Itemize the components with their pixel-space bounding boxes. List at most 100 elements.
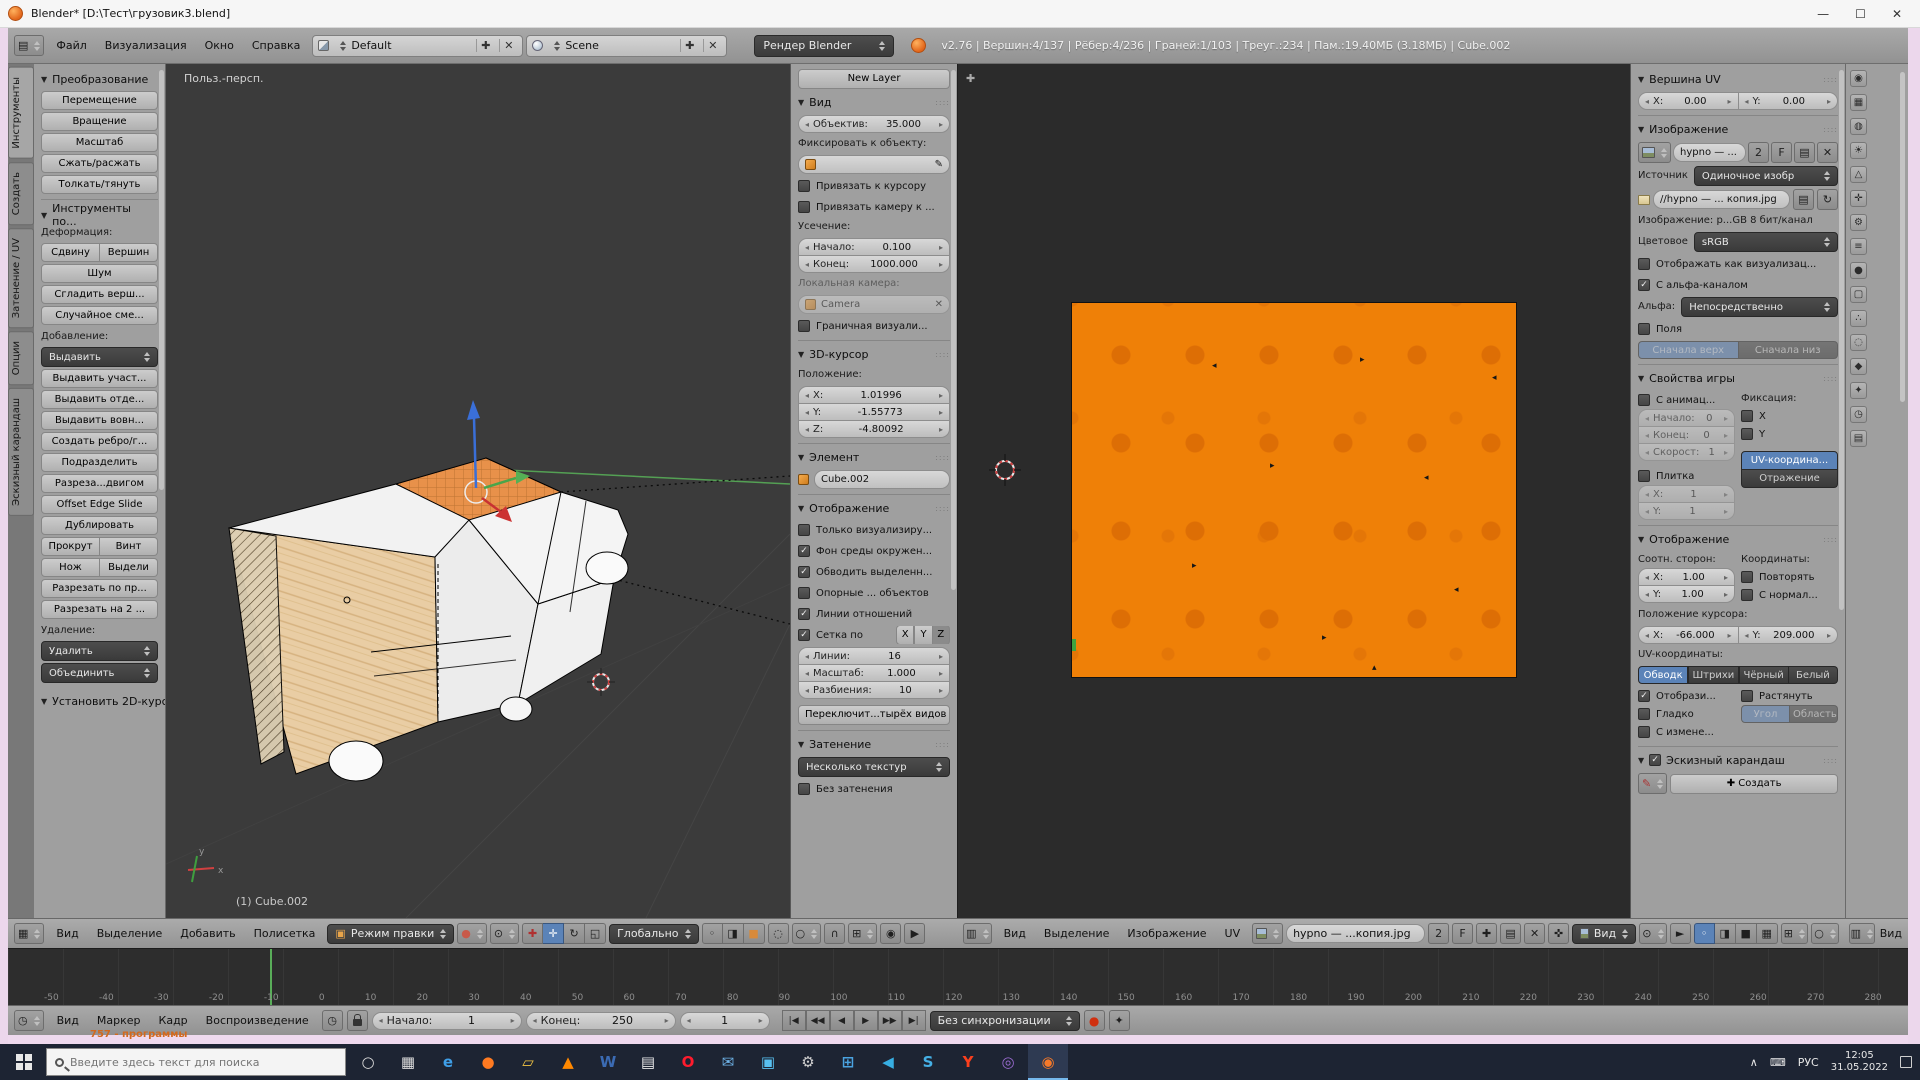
outline-selected-checkbox[interactable]: Обводить выделенн... [798,563,950,581]
play-button[interactable]: ▶ [854,1010,878,1031]
menu-item[interactable]: Окно [196,39,243,52]
record-button[interactable]: ● [1084,1010,1105,1031]
language-indicator[interactable]: РУС [1798,1056,1819,1069]
spin-button[interactable]: Прокрут [41,537,100,556]
uv-draw-black-toggle[interactable]: Чёрный [1739,666,1789,684]
bisect-tool-button[interactable]: Разрезать по пр... [41,579,158,598]
open-image-button[interactable]: ▤ [1500,923,1521,944]
show-faces-checkbox[interactable]: Отобрази... [1638,687,1735,705]
extrude-dropdown[interactable]: Выдавить [41,347,158,367]
image-users-button[interactable]: 2 [1428,923,1449,944]
occlude-geometry-icon[interactable]: ◌ [768,923,789,944]
mesh-add-tool-button[interactable]: Выдавить отде... [41,390,158,409]
colorspace-dropdown[interactable]: sRGB [1694,232,1838,252]
transform-tool-button[interactable]: Вращение [41,112,158,131]
uv-image-editor[interactable]: ✚ ◂ ▸ ◂ ▸ ◂ ▸ ◂ ▸ ▴ [957,64,1630,918]
3d-viewport[interactable]: x y Польз.-персп. (1) Cube.002 [166,64,790,918]
properties-tab-icon[interactable]: ▤ [1850,430,1867,447]
opengl-render-anim-button[interactable]: ▶ [904,923,925,944]
editor-type-3d-dropdown[interactable]: ▦ [14,923,44,944]
local-camera-field[interactable]: Camera ✕ [798,295,950,314]
image-browse-dropdown[interactable] [1638,142,1671,163]
relationship-lines-checkbox[interactable]: Линии отношений [798,605,950,623]
taskbar-icon-store[interactable]: ⊞ [828,1044,868,1080]
keying-set-icon[interactable]: ✦ [1109,1010,1130,1031]
view3d-menu-item[interactable]: Вид [47,927,87,940]
grid-z-toggle[interactable]: Z [933,626,950,644]
editor-type-dropdown[interactable]: ▥ [1849,923,1875,944]
lock-frame-icon[interactable] [347,1010,368,1031]
section-uv-display[interactable]: ▼Отображение [1638,529,1838,549]
timeline-menu-item[interactable]: Маркер [88,1014,150,1027]
mapping-reflection-toggle[interactable]: Отражение [1741,470,1838,488]
properties-tab-icon[interactable]: ◆ [1850,358,1867,375]
shadeless-checkbox[interactable]: Без затенения [798,780,950,798]
grid-lines-field[interactable]: Линии:16 [798,647,950,665]
deform-tool-button[interactable]: Шум [41,264,158,283]
alpha-mode-dropdown[interactable]: Непосредственно [1681,297,1838,317]
image-name-field[interactable]: hypno — ... [1673,143,1746,162]
upper-first-toggle[interactable]: Сначала верх [1638,341,1739,359]
tiles-x-field[interactable]: X:1 [1638,485,1735,503]
section-uv-vertex[interactable]: ▼Вершина UV [1638,69,1838,89]
face-select-icon[interactable]: ■ [744,923,765,944]
mesh-add-tool-button[interactable]: Выдавить участ... [41,369,158,388]
minimize-button[interactable]: — [1817,7,1829,21]
lock-object-field[interactable]: ✎ [798,155,950,174]
image-name-field[interactable]: hypno — ...копия.jpg [1286,924,1425,943]
sync-dropdown[interactable]: Без синхронизации [930,1011,1080,1031]
properties-tab-particles-icon[interactable]: ∴ [1850,310,1867,327]
editor-type-image-dropdown[interactable]: ▥ [963,923,992,944]
uv-x-field[interactable]: X:0.00 [1638,92,1739,110]
section-item[interactable]: ▼Элемент [798,447,950,467]
new-layer-button[interactable]: New Layer [798,69,950,89]
frame-end-field[interactable]: Конец:250 [526,1012,676,1030]
search-input[interactable] [70,1056,320,1069]
proportional-edit-dropdown[interactable]: ○ [792,923,822,944]
properties-tab-render-layers-icon[interactable]: ▦ [1850,94,1867,111]
mesh-add-tool-button[interactable]: Дублировать [41,516,158,535]
properties-scrollbar[interactable] [1900,72,1905,402]
manipulator-rotate-icon[interactable]: ↻ [564,923,585,944]
properties-tab-material-icon[interactable]: ● [1850,262,1867,279]
lock-to-cursor-checkbox[interactable]: Привязать к курсору [798,177,950,195]
taskbar-icon-cortana[interactable]: ○ [348,1044,388,1080]
tiles-checkbox[interactable]: Плитка [1638,467,1735,485]
grid-floor-checkbox[interactable]: Сетка по X Y Z [798,626,950,644]
maximize-button[interactable]: ☐ [1855,7,1866,21]
editor-type-timeline-dropdown[interactable]: ◷ [14,1010,44,1031]
anim-start-field[interactable]: Начало:0 [1638,409,1735,427]
uv-menu-item[interactable]: UV [1216,927,1250,940]
grid-x-toggle[interactable]: X [896,626,914,644]
uv-y-field[interactable]: Y:0.00 [1739,92,1839,110]
properties-tab-modifiers-icon[interactable]: ⚙ [1850,214,1867,231]
tab-grease-pencil[interactable]: Эскизный карандаш [8,388,34,516]
clamp-y-checkbox[interactable]: Y [1741,425,1838,443]
current-frame-field[interactable]: 1 [680,1012,770,1030]
vertex-select-icon[interactable]: ◦ [702,923,723,944]
section-view[interactable]: ▼Вид [798,92,950,112]
merge-dropdown[interactable]: Объединить [41,663,158,683]
uv-island-select-icon[interactable]: ▦ [1757,923,1778,944]
uv-image[interactable]: ◂ ▸ ◂ ▸ ◂ ▸ ◂ ▸ ▴ [1071,302,1517,678]
lower-first-toggle[interactable]: Сначала низ [1739,341,1839,359]
npanel-scrollbar[interactable] [951,70,956,590]
grid-subdivisions-field[interactable]: Разбиения:10 [798,681,950,699]
taskbar-icon-explorer[interactable]: ▱ [508,1044,548,1080]
delete-dropdown[interactable]: Удалить [41,641,158,661]
taskbar-icon-task-view[interactable]: ▦ [388,1044,428,1080]
pivot-point-dropdown[interactable]: ⊙ [490,923,519,944]
editor-type-info-icon[interactable]: ▤ [14,35,44,56]
clamp-x-checkbox[interactable]: X [1741,407,1838,425]
transform-tool-button[interactable]: Перемещение [41,91,158,110]
taskbar-icon-edge[interactable]: e [428,1044,468,1080]
taskbar-icon-yandex[interactable]: Y [948,1044,988,1080]
tab-tools[interactable]: Инструменты [8,67,34,159]
image-filepath-field[interactable]: //hypno — ... копия.jpg [1653,190,1790,209]
uv-menu-item[interactable]: Вид [995,927,1035,940]
jump-to-start-button[interactable]: |◀ [782,1010,806,1031]
image-browse-dropdown[interactable] [1252,923,1283,944]
lens-field[interactable]: Объектив:35.000 [798,115,950,133]
play-reverse-button[interactable]: ◀ [830,1010,854,1031]
timeline-menu-item[interactable]: Вид [48,1014,88,1027]
